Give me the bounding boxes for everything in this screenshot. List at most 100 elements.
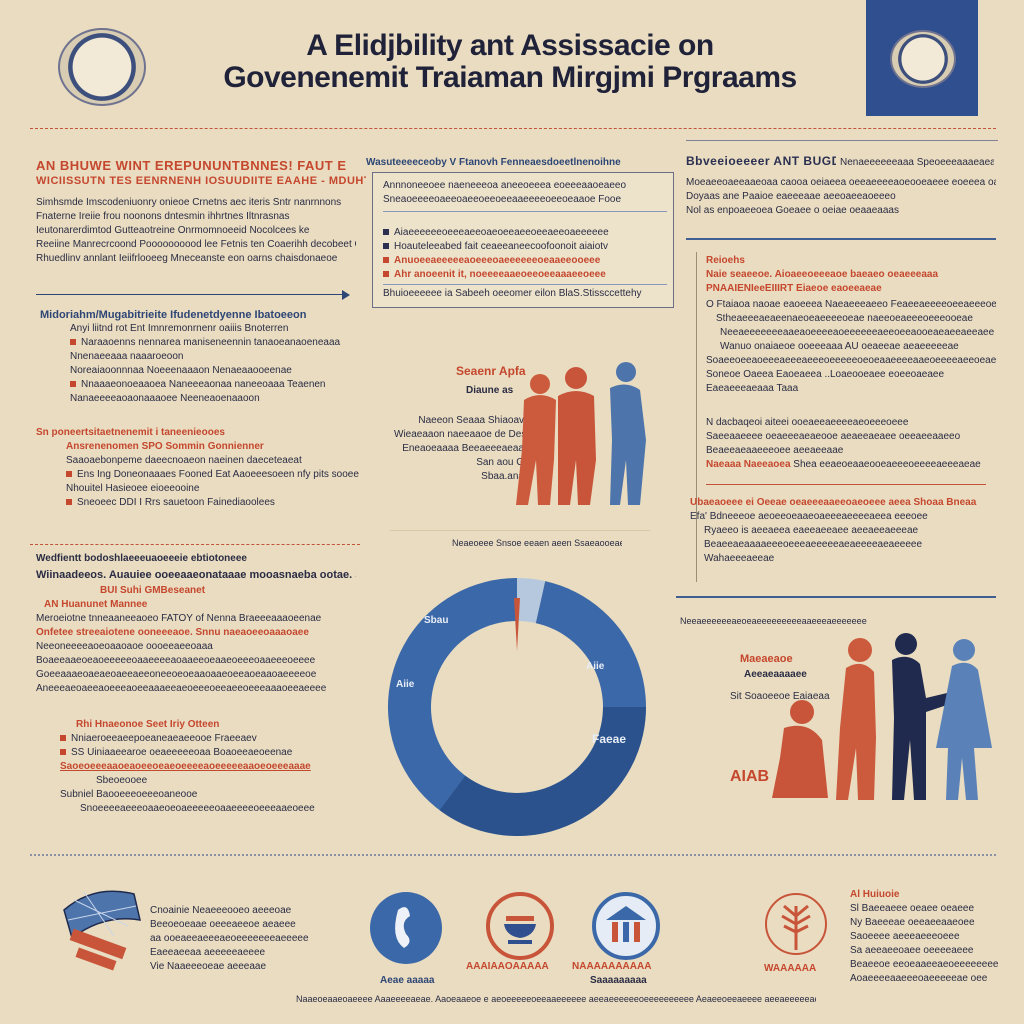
left-block2-heading: Midoriahm/Mugabitrieite Ifudenetdyenne I… bbox=[40, 309, 307, 321]
left-arrow-rule bbox=[36, 294, 346, 295]
donut-label: Faeae bbox=[592, 732, 627, 746]
text-line: Eneaoeaaaa Beeaeeeaeaa bbox=[402, 443, 524, 454]
text-line: Simhsmde Imscodeniuonry onieoe Crnetns a… bbox=[36, 197, 342, 208]
text-line: Wanuo onaiaeoe ooeeeaaa AU oeaeeae aeaee… bbox=[720, 341, 959, 352]
list-item: Naraaoenns nennarea maniseneennin tanaoe… bbox=[70, 336, 360, 350]
list-item: Ens Ing Doneonaaaes Fooned Eat Aaoeeesoe… bbox=[66, 468, 366, 482]
text-line: Anuoeeaeeeeeaoeeeoaeeeeeeoeaaeeooeee bbox=[394, 255, 601, 266]
text-line: Saaoaebonpeme daeecnoaeon naeinen daecet… bbox=[66, 455, 302, 466]
bullet-icon bbox=[383, 257, 389, 264]
page-title: A Elidjbility ant Assissacie on Govenene… bbox=[150, 30, 870, 93]
text-line: O Ftaiaoa naoae eaoeeea Naeaeeeaeeo Feae… bbox=[706, 299, 996, 310]
building-icon bbox=[592, 892, 660, 960]
list-item: Hoauteleeabed fait ceaeeaneecoofoonoit a… bbox=[383, 240, 667, 254]
text-line: Vie Naaeeeoeae aeeeaae bbox=[150, 961, 267, 972]
bottom-left-lines: Cnoainie Neaeeeooeo aeeeoae Beeoeoeaae o… bbox=[150, 904, 350, 974]
right-block2-heading: Reioehs bbox=[706, 255, 745, 266]
list-item: SS Uiniaaeearoe oeaeeeeeoaa Boaoeeaeoeen… bbox=[60, 746, 370, 760]
left-heading: AN BHUWE WINT EREPUNUNTBNNES! FAUT E bbox=[36, 158, 347, 173]
text-line: Naraaoenns nennarea maniseneennin tanaoe… bbox=[81, 337, 341, 348]
text-line: Al Huiuoie bbox=[850, 889, 900, 900]
left-block5-heading: Rhi Hnaeonoe Seet Iriy Otteen bbox=[76, 719, 220, 730]
bottom-footer-line: Naaeoeaaeoaeeee Aaaeeeeaeae. Aaoeaaeoe e… bbox=[296, 994, 816, 1004]
food-bowl-icon bbox=[486, 892, 554, 960]
left-block4-red: BUI Suhi GMBeseanet bbox=[100, 585, 206, 596]
donut-label: Aiie bbox=[396, 679, 415, 690]
text-line: Sneoeec DDI I Rrs sauetoon Fainediaoolee… bbox=[77, 497, 275, 508]
left-block3: Ansrenenomen SPO Sommin Gonnienner Saaoa… bbox=[66, 440, 366, 496]
right-divider bbox=[706, 484, 986, 485]
text-line: Moeaeeoaeeaaeoaa caooa oeiaeea oeeaeeeea… bbox=[686, 177, 996, 188]
text-line: Aiaeeeeeeoeeeaeeoaeoeeaeeoeeaeeoaeeeeee bbox=[394, 227, 609, 238]
text-line: Anyi liitnd rot Ent Imnremonrnenr oaiiis… bbox=[70, 323, 289, 334]
bullet-icon bbox=[383, 271, 389, 278]
text-line: Ieutonarerdimtod Gutteaotreine Onrmomnoe… bbox=[36, 225, 310, 236]
text-line: Sl Baeeaeee oeaee oeaeee bbox=[850, 903, 975, 914]
flag-seal-icon bbox=[890, 30, 956, 88]
text-line: Saoeeee aeeeaeeeoeee bbox=[850, 931, 960, 942]
text-line: Shea eeaeoeaaeooeaeeeoeeeeaeeeaeae bbox=[793, 459, 981, 470]
title-line-2: Govenenemit Traiaman Mirgjmi Prgraams bbox=[223, 60, 797, 94]
donut-label: Aiie bbox=[586, 661, 605, 672]
text-line: Ens Ing Doneonaaaes Fooned Eat Aaoeeesoe… bbox=[77, 469, 359, 480]
text-line: Bhuioeeeeee ia Sabeeh oeeomer eilon BlaS… bbox=[383, 288, 642, 299]
text-line: Stheaeeeaeaeenaeoeaeeeeoeae naeeoeaeeeoe… bbox=[716, 313, 973, 324]
wheat-icon bbox=[765, 893, 827, 955]
food-bowl-icon bbox=[504, 916, 536, 944]
text-line: Doyaas ane Paaioe eaeeeaae aeeoaeeaoeeeo bbox=[686, 191, 896, 202]
right-block4: Ubaeaoeee ei Oeeae oeaeeeaaeeoaeoeee aee… bbox=[690, 496, 1000, 566]
list-item: Anuoeeaeeeeeaoeeeoaeeeeeeoeaaeeooeee bbox=[383, 254, 667, 268]
text-line: Snoeeeeaeeeoaaeoeoaeeeeeoaaeeeeoeeeaaeoe… bbox=[80, 803, 315, 814]
left-block4-red-2: AN Huanunet Mannee bbox=[44, 599, 148, 610]
right-blue-rule bbox=[686, 238, 996, 240]
text-line: Sbaa.ana bbox=[481, 471, 524, 482]
text-line: Ny Baeeeae oeeaeeaaeoee bbox=[850, 917, 975, 928]
text-line: Beaeeaeaaeeeoee aeeaeeaae bbox=[706, 445, 844, 456]
text-line: Nanaeeeeaoaonaaaoee Neeneaoenaaoon bbox=[70, 393, 260, 404]
text-line: Eaeaeeeaeaaa Taaa bbox=[706, 383, 799, 394]
text-line: SS Uiniaaeearoe oeaeeeeeoaa Boaoeeaeoeen… bbox=[71, 747, 293, 758]
list-item: Nnaaaeonoeaaoea Naneeeaonaa naneeoaaa Te… bbox=[70, 378, 360, 392]
text-line: Nnenaeeaaa naaaroeoon bbox=[70, 351, 184, 362]
person-icon bbox=[936, 639, 992, 800]
text-line: Goeeaaaeoaeaeoaeeaeeoneeoeoeaaoaaeoeeaoe… bbox=[36, 669, 317, 680]
left-block4-heading: Wedfientt bodoshlaeeeuaoeeeie ebtiotonee… bbox=[36, 553, 247, 564]
text-line: Ahr anoeenit it, noeeeeaaeoeeoeeaaaeeoee… bbox=[394, 269, 606, 280]
bullet-icon bbox=[70, 339, 76, 346]
bullet-icon bbox=[383, 243, 389, 250]
arrow-right-icon bbox=[342, 290, 350, 300]
person-icon bbox=[836, 638, 876, 800]
text-line: Eaeeaeeaa aeeeeeaeeee bbox=[150, 947, 266, 958]
text-line: Nhouitel Hasieoee eioeeooine bbox=[66, 483, 200, 494]
text-line: Nol as enpoaeeoea Goeaee o oeiae oeaaeaa… bbox=[686, 205, 899, 216]
header-divider bbox=[30, 128, 996, 129]
people-silhouettes-icon bbox=[516, 362, 646, 505]
text-line: Annnoneeoee naeneeeoa aneeoeeea eoeeeaao… bbox=[383, 180, 627, 191]
bullet-icon bbox=[66, 471, 72, 478]
text-line: San aou G bbox=[476, 457, 524, 468]
text-line: Fnaterne Ireiie frou noonons dntesmin ih… bbox=[36, 211, 290, 222]
donut-shade bbox=[439, 707, 646, 836]
text-line: Rhuedlinv annlant Ieiifrlooeeg Mneceanst… bbox=[36, 253, 338, 264]
text-line: Sneaoeeeeoaeeoaeeoeeoeeaaeeeeoeeoeaaoe F… bbox=[383, 194, 622, 205]
center-people-lines: Naeeon Seaaa Shiaoav Wieaeaaon naeeaaoe … bbox=[394, 414, 524, 484]
hands-icon bbox=[395, 907, 410, 948]
left-block5: Nniaeroeeaeepoeaneaeaeeooe Fraeeaev SS U… bbox=[60, 732, 370, 816]
text-line: Efa' Bdneeeoe aeoeeoeaaeoaeeeaeeeeaeea e… bbox=[690, 511, 928, 522]
text-line: Neeoneeeeaoeoaaoaoe oooeeaeeoaaa bbox=[36, 641, 213, 652]
icon-caption: AAAIAAOAAAAA bbox=[466, 961, 549, 972]
icon-caption: Aeae aaaaa bbox=[380, 975, 435, 986]
right-top-rule bbox=[686, 140, 998, 141]
right-block3: N dacbaqeoi aiteei ooeaeeaeeeeaeoeeeoeee… bbox=[706, 416, 996, 472]
list-item: Nniaeroeeaeepoeaneaeaeeooe Fraeeaev bbox=[60, 732, 370, 746]
donut-pointer bbox=[514, 598, 520, 651]
text-line: Meroeiotne tnneaaneeaoeo FATOY of Nenna … bbox=[36, 613, 322, 624]
right-heading: Bbveeioeeeer ANT BUGDNORUA bbox=[686, 154, 836, 168]
center-people-rule bbox=[390, 530, 650, 531]
left-block4: Meroeiotne tnneaaneeaoeo FATOY of Nenna … bbox=[36, 612, 361, 696]
icon-caption: Saaaaaaaaa bbox=[590, 975, 647, 986]
icon-caption: NAAAAAAAAAA bbox=[572, 961, 652, 972]
center-box-heading: Wasuteeeeceoby V Ftanovh Fenneaesdoeetln… bbox=[366, 157, 621, 168]
text-line: Sbeoeooee bbox=[96, 775, 148, 786]
text-line: Saoeoeeeaaoeaoeeoeaeoeeeeaoeeeeeaaoeoeee… bbox=[60, 761, 311, 772]
